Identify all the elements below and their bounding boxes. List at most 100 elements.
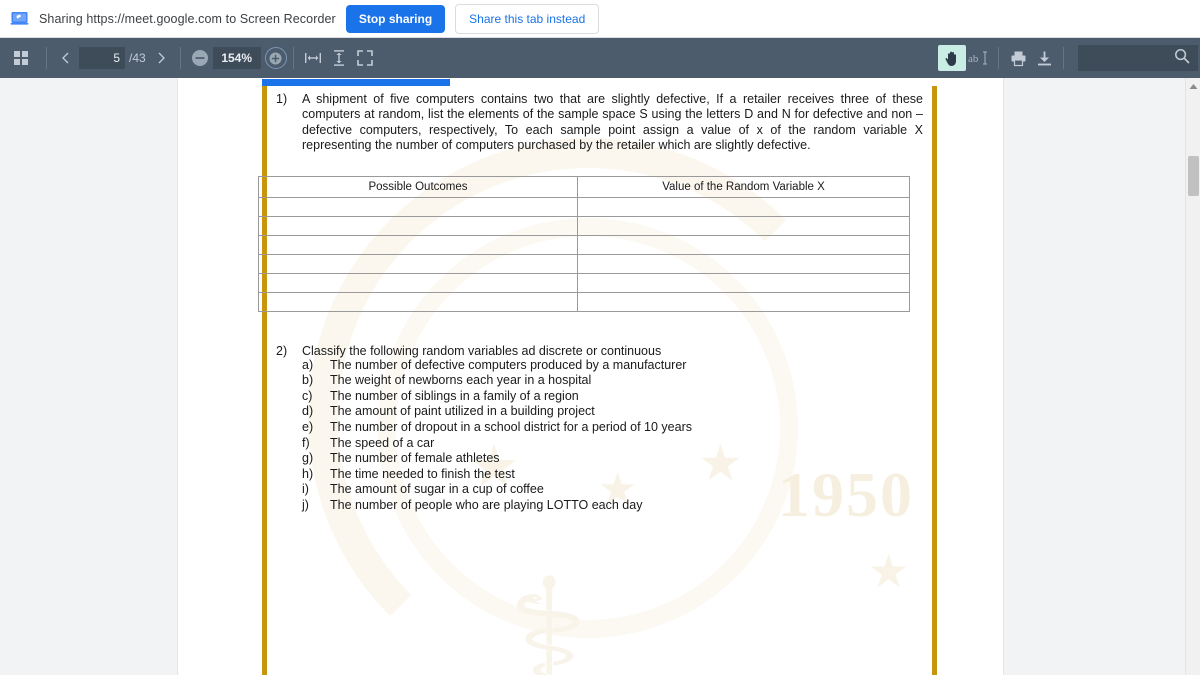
question-2-text: Classify the following random variables …: [302, 343, 662, 358]
page-navigation-group: /43: [53, 45, 174, 71]
list-item-text: The speed of a car: [330, 435, 435, 450]
scroll-up-icon[interactable]: [1186, 78, 1200, 94]
list-item: e) The number of dropout in a school dist…: [302, 420, 937, 436]
viewer-scrollbar[interactable]: [1185, 78, 1200, 675]
question-2: 2) Classify the following random variabl…: [276, 344, 937, 514]
list-item-text: The number of female athletes: [330, 451, 500, 466]
list-item-text: The amount of sugar in a cup of coffee: [330, 482, 544, 497]
table-cell: [258, 196, 578, 217]
fit-controls-group: [300, 45, 378, 71]
table-header-row: Possible Outcomes Value of the Random Va…: [258, 175, 911, 198]
list-item: d) The amount of paint utilized in a buil…: [302, 404, 937, 420]
text-selection-highlight: [262, 79, 450, 86]
fit-height-icon[interactable]: [326, 45, 352, 71]
question-1-number: 1): [276, 92, 288, 106]
list-item-text: The weight of newborns each year in a ho…: [330, 373, 592, 388]
list-item: f) The speed of a car: [302, 436, 937, 452]
table-cell: [258, 272, 578, 293]
toolbar-right-group: ab: [938, 38, 1200, 78]
list-item-text: The number of siblings in a family of a …: [330, 388, 579, 403]
table-cell: [576, 253, 911, 274]
table-row: [258, 272, 911, 293]
table-row: [258, 234, 911, 255]
chevron-right-icon[interactable]: [148, 45, 174, 71]
table-cell: [576, 272, 911, 293]
question-2-list: a) The number of defective computers prod…: [302, 358, 937, 514]
list-item-text: The number of people who are playing LOT…: [330, 497, 643, 512]
table-row: [258, 291, 911, 312]
hand-icon[interactable]: [938, 45, 966, 71]
toolbar-divider-5: [1063, 47, 1064, 69]
table-row: [258, 196, 911, 217]
question-1-text: A shipment of five computers contains tw…: [302, 92, 923, 153]
table-row: [258, 253, 911, 274]
document-content: 1) A shipment of five computers contains…: [258, 86, 937, 675]
screen-sharing-bar: Sharing https://meet.google.com to Scree…: [0, 0, 1200, 38]
fullscreen-icon[interactable]: [352, 45, 378, 71]
list-item-marker: d): [302, 404, 314, 419]
screen-share-icon: [10, 9, 29, 28]
list-item: c) The number of siblings in a family of …: [302, 389, 937, 405]
list-item: i) The amount of sugar in a cup of coffee: [302, 482, 937, 498]
list-item: j) The number of people who are playing L…: [302, 498, 937, 514]
table-cell: [258, 253, 578, 274]
page-total-label: /43: [129, 51, 146, 65]
table-row: [258, 215, 911, 236]
search-icon: [1174, 48, 1190, 69]
list-item-text: The number of dropout in a school distri…: [330, 420, 692, 434]
list-item-marker: f): [302, 435, 310, 450]
question-1: 1) A shipment of five computers contains…: [276, 92, 937, 154]
toolbar-divider-3: [292, 47, 294, 69]
zoom-controls-group: 154%: [187, 45, 287, 71]
fit-width-icon[interactable]: [300, 45, 326, 71]
list-item-marker: c): [302, 388, 313, 403]
sharing-status-text: Sharing https://meet.google.com to Scree…: [39, 11, 336, 26]
question-2-number: 2): [276, 343, 288, 358]
pdf-page: ★ ★ ★ ★ 1950 ⚕ 1) A shipment of five com…: [178, 78, 1003, 675]
table-cell: [258, 291, 578, 312]
list-item-text: The number of defective computers produc…: [330, 357, 687, 372]
toolbar-divider-4: [998, 47, 999, 69]
list-item-marker: a): [302, 357, 314, 372]
list-item-marker: i): [302, 482, 309, 497]
table-header-cell: Possible Outcomes: [258, 175, 578, 198]
list-item-marker: e): [302, 420, 314, 434]
list-item-text: The amount of paint utilized in a buildi…: [330, 404, 595, 419]
plus-circle-icon[interactable]: [264, 47, 287, 69]
page-number-input[interactable]: [79, 47, 125, 69]
list-item: g) The number of female athletes: [302, 451, 937, 467]
svg-text:ab: ab: [968, 53, 979, 65]
table-cell: [576, 291, 911, 312]
pdf-viewer-area[interactable]: ★ ★ ★ ★ 1950 ⚕ 1) A shipment of five com…: [0, 78, 1200, 675]
list-item-text: The time needed to finish the test: [330, 466, 515, 481]
table-cell: [576, 234, 911, 255]
toolbar-divider-1: [46, 47, 47, 69]
minus-circle-icon[interactable]: [187, 45, 213, 71]
download-icon[interactable]: [1031, 45, 1057, 71]
list-item-marker: h): [302, 466, 314, 481]
table-cell: [576, 215, 911, 236]
zoom-level-value[interactable]: 154%: [212, 47, 261, 69]
stop-sharing-button[interactable]: Stop sharing: [345, 4, 446, 33]
chevron-left-icon[interactable]: [53, 45, 79, 71]
outcomes-table: Possible Outcomes Value of the Random Va…: [258, 175, 911, 312]
list-item: a) The number of defective computers prod…: [302, 358, 937, 374]
table-cell: [258, 215, 578, 236]
pdf-viewer-toolbar: /43 154%: [0, 38, 1200, 78]
question-2-heading: 2) Classify the following random variabl…: [276, 344, 937, 358]
scrollbar-thumb[interactable]: [1188, 156, 1199, 196]
printer-icon[interactable]: [1005, 45, 1031, 71]
list-item-marker: g): [302, 451, 314, 466]
grid-icon[interactable]: [8, 45, 34, 71]
list-item-marker: j): [302, 497, 309, 512]
table-cell: [258, 234, 578, 255]
list-item-marker: b): [302, 373, 314, 388]
search-input[interactable]: [1078, 45, 1198, 71]
share-this-tab-button[interactable]: Share this tab instead: [455, 3, 600, 34]
text-select-icon[interactable]: ab: [966, 45, 992, 71]
list-item: b) The weight of newborns each year in a …: [302, 373, 937, 389]
table-cell: [576, 196, 911, 217]
table-header-cell: Value of the Random Variable X: [576, 175, 911, 198]
toolbar-divider-2: [179, 47, 181, 69]
list-item: h) The time needed to finish the test: [302, 467, 937, 483]
